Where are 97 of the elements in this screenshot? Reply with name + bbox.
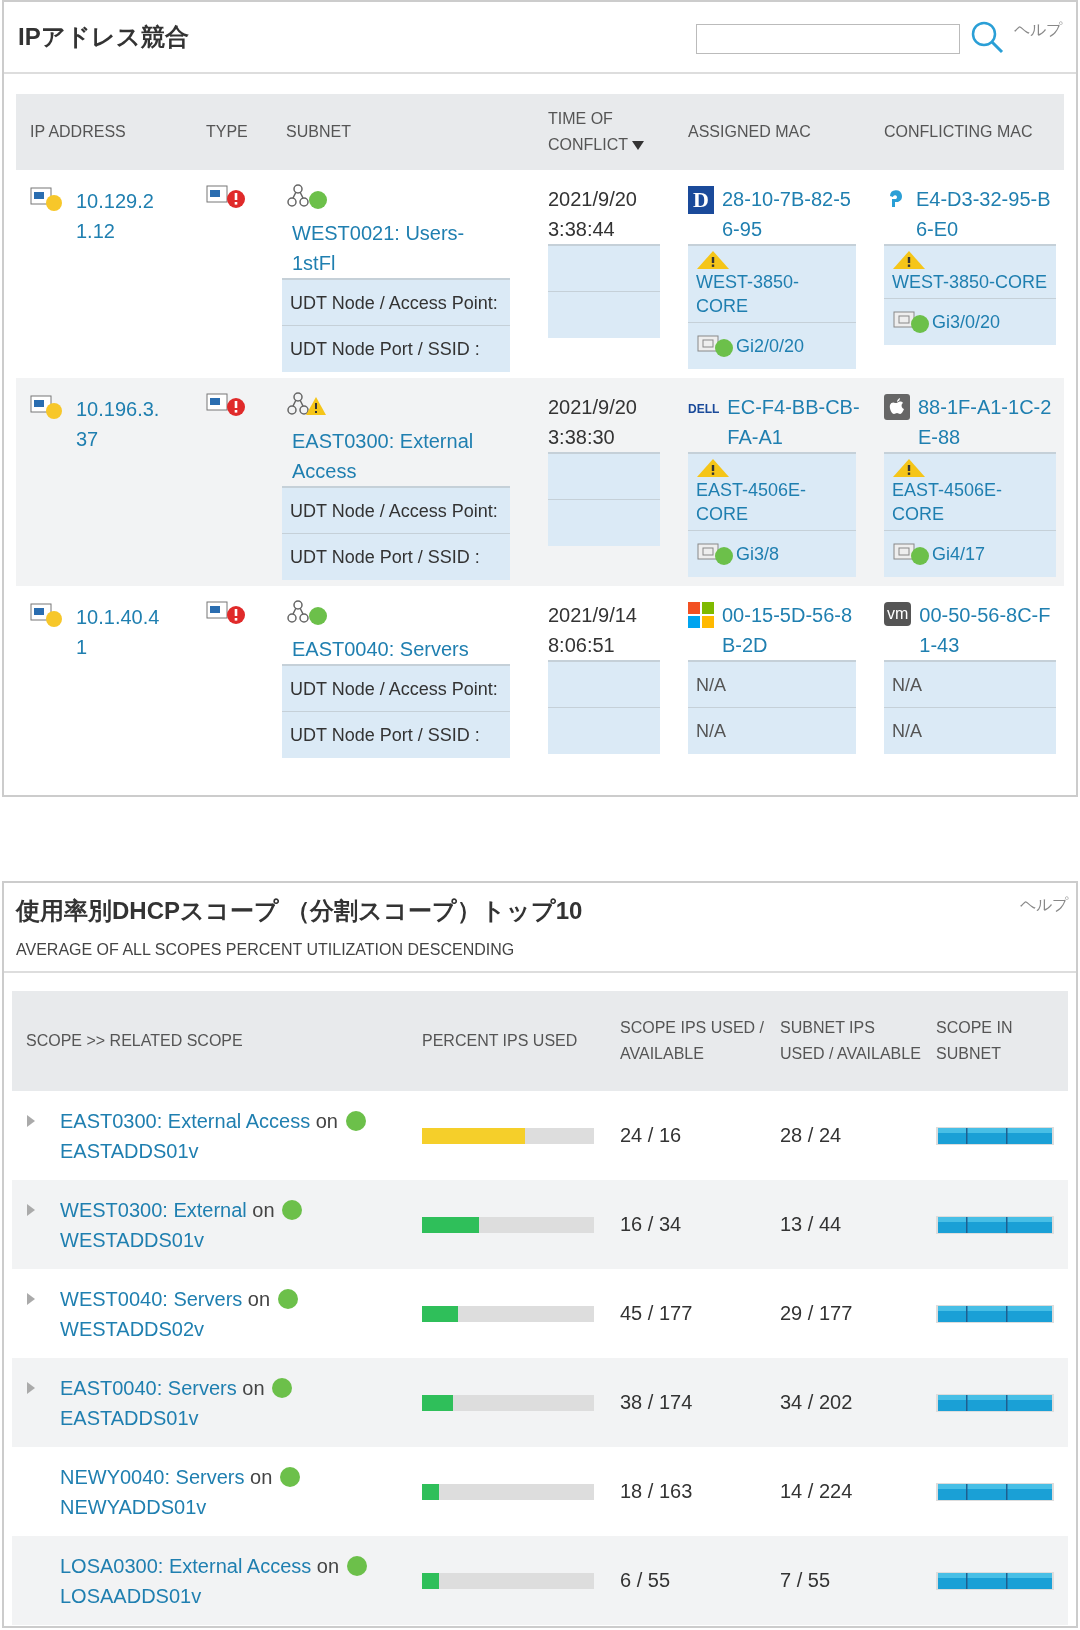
node-link[interactable]: EAST-4506E-CORE	[696, 478, 848, 526]
scope-link[interactable]: EAST0040: Servers	[60, 1376, 237, 1399]
scope-ips-value: 16 / 34	[620, 1213, 682, 1236]
scope-link[interactable]: LOSA0300: External Access	[60, 1554, 312, 1577]
scope-link[interactable]: WEST0040: Servers	[60, 1287, 243, 1310]
port-link[interactable]: Gi2/0/20	[736, 334, 805, 358]
subnet-ips-value: 13 / 44	[780, 1213, 842, 1236]
subnet-link[interactable]: WEST0021: Users-1stFl	[292, 218, 502, 278]
scope-link[interactable]: WEST0300: External	[60, 1198, 247, 1221]
node-link[interactable]: WEST-3850-CORE	[892, 270, 1048, 294]
conflicting-mac-link[interactable]: E4-D3-32-95-B6-E0	[916, 184, 1070, 244]
node-link[interactable]: WEST-3850-CORE	[696, 270, 848, 318]
expand-icon[interactable]	[26, 1202, 36, 1217]
column-header[interactable]: IP ADDRESS	[16, 119, 192, 145]
apple-icon	[884, 394, 910, 420]
help-link[interactable]: ヘルプ	[1020, 895, 1068, 971]
subnet-ips-value: 28 / 24	[780, 1124, 842, 1147]
scope-ips-value: 24 / 16	[620, 1124, 682, 1147]
udt-label: UDT Node / Access Point:	[290, 677, 498, 701]
column-header[interactable]: SCOPE IN SUBNET	[922, 1015, 1068, 1067]
ip-status-icon	[30, 394, 64, 420]
panel-title: IPアドレス競合	[18, 22, 189, 52]
vendor-logo-icon: D	[688, 186, 714, 214]
search-field[interactable]	[696, 24, 960, 54]
conflicting-mac-link[interactable]: 88-1F-A1-1C-2E-88	[918, 392, 1070, 452]
vendor-logo-icon: vm	[884, 602, 912, 626]
port-value: N/A	[696, 720, 726, 743]
column-header[interactable]: CONFLICTING MAC	[870, 119, 1070, 145]
scope-ips-value: 18 / 163	[620, 1480, 693, 1503]
ip-status-icon	[30, 186, 64, 212]
expand-icon[interactable]	[26, 1291, 36, 1306]
ip-address-link[interactable]: 10.196.3.37	[76, 394, 166, 454]
assigned-mac-link[interactable]: 28-10-7B-82-56-95	[722, 184, 870, 244]
scope-text: WEST0040: Servers on WESTADDS02v	[60, 1283, 408, 1344]
server-link[interactable]: EASTADDS01v	[60, 1406, 199, 1429]
udt-label: UDT Node Port / SSID :	[290, 724, 480, 747]
scope-link[interactable]: EAST0300: External Access	[60, 1109, 311, 1132]
scope-text: EAST0040: Servers on EASTADDS01v	[60, 1372, 408, 1433]
column-header[interactable]: SUBNET	[272, 119, 534, 145]
column-header[interactable]: TYPE	[192, 119, 272, 145]
column-header[interactable]: SUBNET IPS USED / AVAILABLE	[766, 1015, 922, 1067]
help-link[interactable]: ヘルプ	[1014, 20, 1062, 41]
sort-down-icon	[632, 141, 644, 150]
ip-address-link[interactable]: 10.1.40.41	[76, 602, 166, 662]
assigned-mac-link[interactable]: 00-15-5D-56-8B-2D	[722, 600, 870, 660]
server-link[interactable]: EASTADDS01v	[60, 1139, 199, 1162]
udt-label: UDT Node / Access Point:	[290, 291, 498, 315]
column-header[interactable]: ASSIGNED MAC	[674, 119, 870, 145]
subnet-ips-value: 14 / 224	[780, 1480, 853, 1503]
scope-text: NEWY0040: Servers on NEWYADDS01v	[60, 1461, 408, 1522]
expand-icon[interactable]	[26, 1113, 36, 1128]
port-link[interactable]: Gi3/0/20	[932, 310, 1001, 334]
ip-conflict-icon	[206, 600, 248, 626]
vendor-logo-icon: DELL	[688, 394, 720, 424]
column-header[interactable]: TIME OF CONFLICT	[534, 106, 674, 158]
column-header[interactable]: PERCENT IPS USED	[408, 1028, 606, 1054]
conflict-time: 2021/9/14 8:06:51	[548, 603, 638, 658]
server-link[interactable]: WESTADDS02v	[60, 1317, 205, 1340]
panel-title: 使用率別DHCPスコープ （分割スコープ）トップ10	[16, 896, 583, 926]
scope-text: WEST0300: External on WESTADDS01v	[60, 1194, 408, 1255]
conflict-time: 2021/9/20 3:38:30	[548, 395, 638, 450]
assigned-mac-link[interactable]: EC-F4-BB-CB-FA-A1	[727, 392, 870, 452]
column-header[interactable]: SCOPE IPS USED / AVAILABLE	[606, 1015, 766, 1067]
port-link[interactable]: Gi4/17	[932, 542, 986, 566]
scope-ips-value: 45 / 177	[620, 1302, 693, 1325]
expand-icon[interactable]	[26, 1380, 36, 1395]
node-value: N/A	[696, 673, 726, 697]
port-link[interactable]: Gi3/8	[736, 542, 780, 566]
scope-text: EAST0300: External Access on EASTADDS01v	[60, 1105, 408, 1166]
ip-conflict-icon	[206, 392, 248, 418]
node-value: N/A	[892, 673, 922, 697]
subnet-link[interactable]: EAST0300: External Access	[292, 426, 502, 486]
scope-ips-value: 38 / 174	[620, 1391, 693, 1414]
column-header[interactable]: SCOPE >> RELATED SCOPE	[12, 1028, 408, 1054]
windows-icon	[688, 602, 714, 628]
udt-label: UDT Node Port / SSID :	[290, 546, 480, 569]
subnet-ips-value: 29 / 177	[780, 1302, 853, 1325]
udt-label: UDT Node / Access Point:	[290, 499, 498, 523]
ip-address-link[interactable]: 10.129.21.12	[76, 186, 166, 246]
udt-label: UDT Node Port / SSID :	[290, 338, 480, 361]
scope-ips-value: 6 / 55	[620, 1569, 671, 1592]
scope-text: LOSA0300: External Access on LOSAADDS01v	[60, 1550, 408, 1611]
port-value: N/A	[892, 720, 922, 743]
ip-conflict-icon	[206, 184, 248, 210]
scope-link[interactable]: NEWY0040: Servers	[60, 1465, 245, 1488]
server-link[interactable]: WESTADDS01v	[60, 1228, 205, 1251]
server-link[interactable]: NEWYADDS01v	[60, 1495, 207, 1518]
node-link[interactable]: EAST-4506E-CORE	[892, 478, 1048, 526]
search-icon[interactable]	[970, 20, 1004, 54]
ip-status-icon	[30, 602, 64, 628]
conflict-time: 2021/9/20 3:38:44	[548, 187, 638, 242]
subnet-ips-value: 34 / 202	[780, 1391, 853, 1414]
server-link[interactable]: LOSAADDS01v	[60, 1584, 202, 1607]
subnet-link[interactable]: EAST0040: Servers	[292, 634, 502, 664]
conflicting-mac-link[interactable]: 00-50-56-8C-F1-43	[919, 600, 1070, 660]
subnet-ips-value: 7 / 55	[780, 1569, 831, 1592]
panel-subtitle: AVERAGE OF ALL SCOPES PERCENT UTILIZATION DESCENDING	[16, 941, 516, 959]
